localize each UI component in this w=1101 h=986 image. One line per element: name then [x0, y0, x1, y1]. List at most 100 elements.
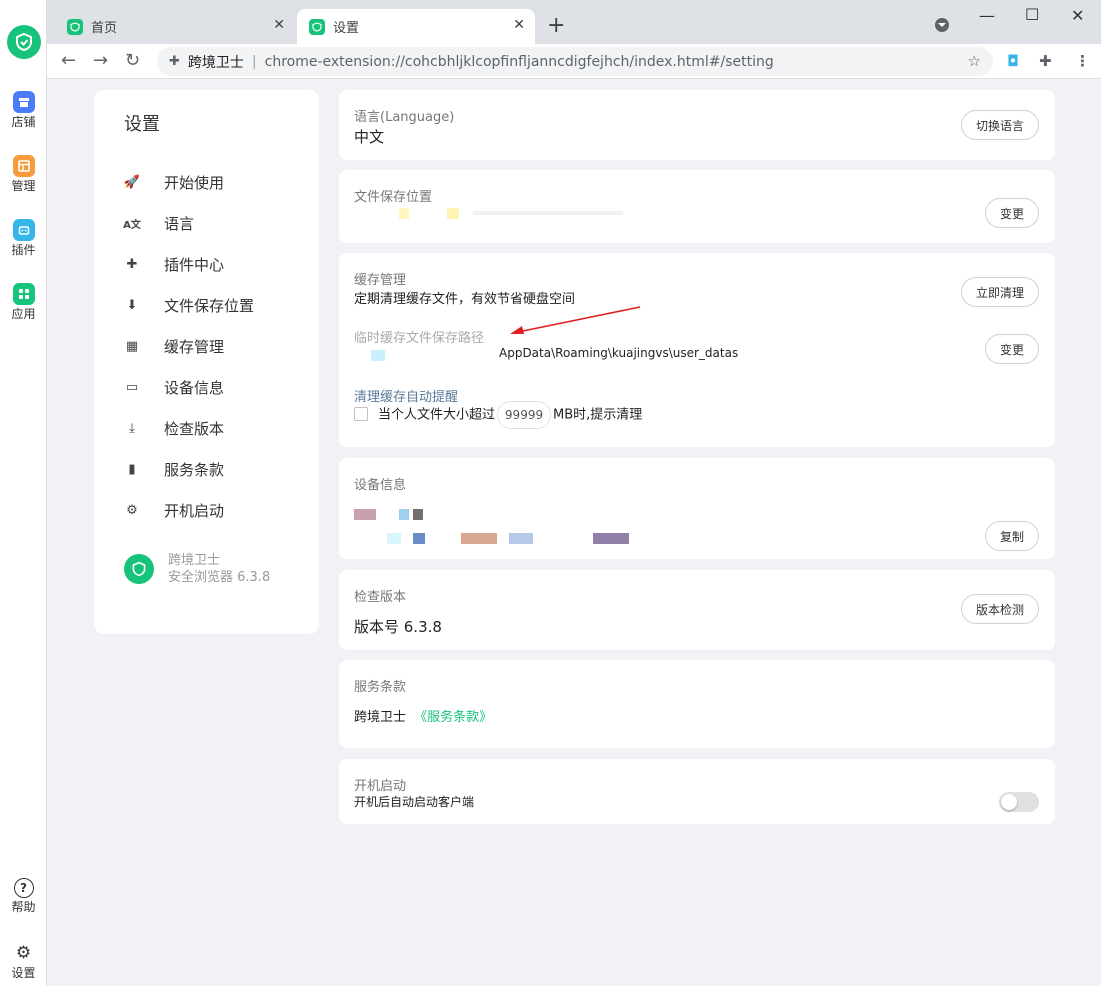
- change-save-location-button[interactable]: 变更: [984, 198, 1039, 228]
- translate-icon: A文: [123, 219, 141, 231]
- language-title: 语言(Language): [354, 110, 455, 125]
- check-version-button[interactable]: 版本检测: [960, 594, 1039, 624]
- nav-item-version[interactable]: ⤓ 检查版本: [122, 417, 224, 439]
- calendar-icon: ▦: [125, 338, 139, 354]
- settings-nav: 设置 🚀 开始使用 A文 语言 ✚ 插件中心 ⬇ 文件保存位置 ▦ 缓存管理 ▭ 设备信息 …: [94, 90, 319, 634]
- close-icon[interactable]: ✕: [513, 17, 525, 33]
- site-name: 跨境卫士: [187, 54, 244, 71]
- brand-version: 安全浏览器 6.3.8: [168, 570, 271, 585]
- nav-item-label: 语言: [164, 214, 195, 233]
- nav-item-save-location[interactable]: ⬇ 文件保存位置: [122, 294, 254, 316]
- rail-item-label: 应用: [11, 307, 36, 321]
- redacted-device-id: [413, 533, 425, 544]
- nav-item-label: 缓存管理: [164, 337, 225, 356]
- download-circle-icon: ⬇: [126, 297, 138, 313]
- nav-item-label: 服务条款: [164, 460, 225, 479]
- rail-item-apps[interactable]: 应用: [0, 283, 47, 321]
- cache-title: 缓存管理: [354, 273, 407, 288]
- redacted-device-id: [354, 509, 376, 520]
- terms-row: 跨境卫士 《服务条款》: [354, 706, 492, 725]
- language-card: 语言(Language) 中文 切换语言: [339, 90, 1055, 160]
- redacted-device-id: [399, 509, 409, 520]
- manage-icon: [12, 155, 35, 177]
- nav-item-startup[interactable]: ⚙ 开机启动: [122, 499, 224, 521]
- terms-link[interactable]: 《服务条款》: [414, 710, 492, 725]
- version-value: 版本号 6.3.8: [354, 618, 442, 636]
- maximize-icon[interactable]: ☐: [1025, 5, 1039, 24]
- auto-clean-suffix: MB时,提示清理: [553, 407, 643, 423]
- rail-item-label: 管理: [11, 179, 36, 193]
- rail-item-manage[interactable]: 管理: [0, 155, 47, 193]
- nav-item-start[interactable]: 🚀 开始使用: [122, 171, 224, 193]
- window-close-icon[interactable]: ✕: [1071, 6, 1084, 25]
- tab-settings[interactable]: 设置 ✕: [297, 9, 535, 44]
- nav-item-label: 开始使用: [164, 173, 225, 192]
- tab-label: 设置: [333, 21, 360, 36]
- redacted-path: [399, 208, 409, 219]
- extension-puzzle-icon: ✚: [169, 54, 180, 69]
- copy-device-info-button[interactable]: 复制: [984, 521, 1039, 551]
- nav-item-plugins[interactable]: ✚ 插件中心: [122, 253, 224, 275]
- tab-label: 首页: [91, 21, 118, 36]
- temp-path-value: AppData\Roaming\kuajingvs\user_datas: [499, 346, 739, 360]
- redacted-path: [371, 350, 385, 361]
- startup-card: 开机启动 开机后自动启动客户端: [339, 759, 1055, 824]
- nav-item-cache[interactable]: ▦ 缓存管理: [122, 335, 224, 357]
- tab-search-icon[interactable]: [935, 18, 949, 32]
- size-threshold-input[interactable]: 99999: [497, 401, 552, 429]
- new-tab-plus-icon[interactable]: +: [547, 13, 565, 38]
- redacted-device-id: [413, 509, 423, 520]
- rail-item-label: 店铺: [11, 115, 36, 129]
- store-icon: [12, 91, 35, 113]
- redacted-device-id: [387, 533, 401, 544]
- switch-language-button[interactable]: 切换语言: [960, 110, 1039, 140]
- tab-bar: 首页 ✕ 设置 ✕ + — ☐ ✕: [47, 0, 1101, 44]
- menu-kebab-icon[interactable]: ⋮: [1075, 52, 1090, 70]
- forward-arrow-icon[interactable]: →: [93, 50, 108, 71]
- plugin-robot-icon: [12, 219, 35, 241]
- help-icon: ?: [13, 878, 34, 898]
- bookmark-star-icon[interactable]: ☆: [968, 52, 981, 70]
- change-temp-path-button[interactable]: 变更: [984, 334, 1039, 364]
- minimize-icon[interactable]: —: [979, 6, 995, 25]
- startup-title: 开机启动: [354, 779, 407, 794]
- device-title: 设备信息: [354, 478, 407, 493]
- rail-item-plugin[interactable]: 插件: [0, 219, 47, 257]
- red-arrow-annotation: [510, 306, 641, 334]
- nav-item-label: 检查版本: [164, 419, 225, 438]
- reload-icon[interactable]: ↻: [125, 50, 140, 71]
- extensions-puzzle-icon[interactable]: ✚: [1039, 52, 1052, 70]
- clear-cache-button[interactable]: 立即清理: [960, 277, 1039, 307]
- redacted-device-id: [593, 533, 629, 544]
- robot-extension-icon[interactable]: ◘: [1007, 52, 1019, 70]
- save-location-card: 文件保存位置 变更: [339, 170, 1055, 243]
- version-card: 检查版本 版本号 6.3.8 版本检测: [339, 570, 1055, 650]
- rail-item-store[interactable]: 店铺: [0, 91, 47, 129]
- rail-item-label: 帮助: [11, 900, 36, 914]
- auto-clean-row: 当个人文件大小超过 99999 MB时,提示清理: [378, 401, 642, 429]
- nav-item-language[interactable]: A文 语言: [122, 212, 194, 234]
- nav-item-terms[interactable]: ▮ 服务条款: [122, 458, 224, 480]
- browser-toolbar: ← → ↻ ✚ 跨境卫士 | chrome-extension://cohcbh…: [47, 44, 1101, 79]
- divider: |: [251, 53, 257, 70]
- brand-block: 跨境卫士 安全浏览器 6.3.8: [124, 552, 270, 586]
- tab-home[interactable]: 首页 ✕: [55, 9, 295, 44]
- rail-item-settings[interactable]: ⚙ 设置: [0, 942, 47, 980]
- close-icon[interactable]: ✕: [273, 17, 285, 33]
- rail-item-help[interactable]: ? 帮助: [0, 878, 47, 914]
- apps-grid-icon: [12, 283, 35, 305]
- device-card: 设备信息 复制: [339, 458, 1055, 559]
- version-title: 检查版本: [354, 590, 407, 605]
- rail-item-label: 设置: [11, 966, 36, 980]
- auto-clean-checkbox[interactable]: [354, 407, 368, 421]
- back-arrow-icon[interactable]: ←: [61, 50, 76, 71]
- url-text: chrome-extension://cohcbhljklcopfinfljan…: [264, 53, 774, 70]
- rail-item-label: 插件: [11, 243, 36, 257]
- address-bar[interactable]: ✚ 跨境卫士 | chrome-extension://cohcbhljklco…: [157, 47, 993, 76]
- startup-description: 开机后自动启动客户端: [354, 795, 475, 809]
- gear-icon: ⚙: [126, 502, 138, 518]
- shield-logo-icon[interactable]: [7, 25, 41, 59]
- startup-toggle[interactable]: [999, 792, 1039, 812]
- redacted-path: [473, 211, 623, 215]
- nav-item-device[interactable]: ▭ 设备信息: [122, 376, 224, 398]
